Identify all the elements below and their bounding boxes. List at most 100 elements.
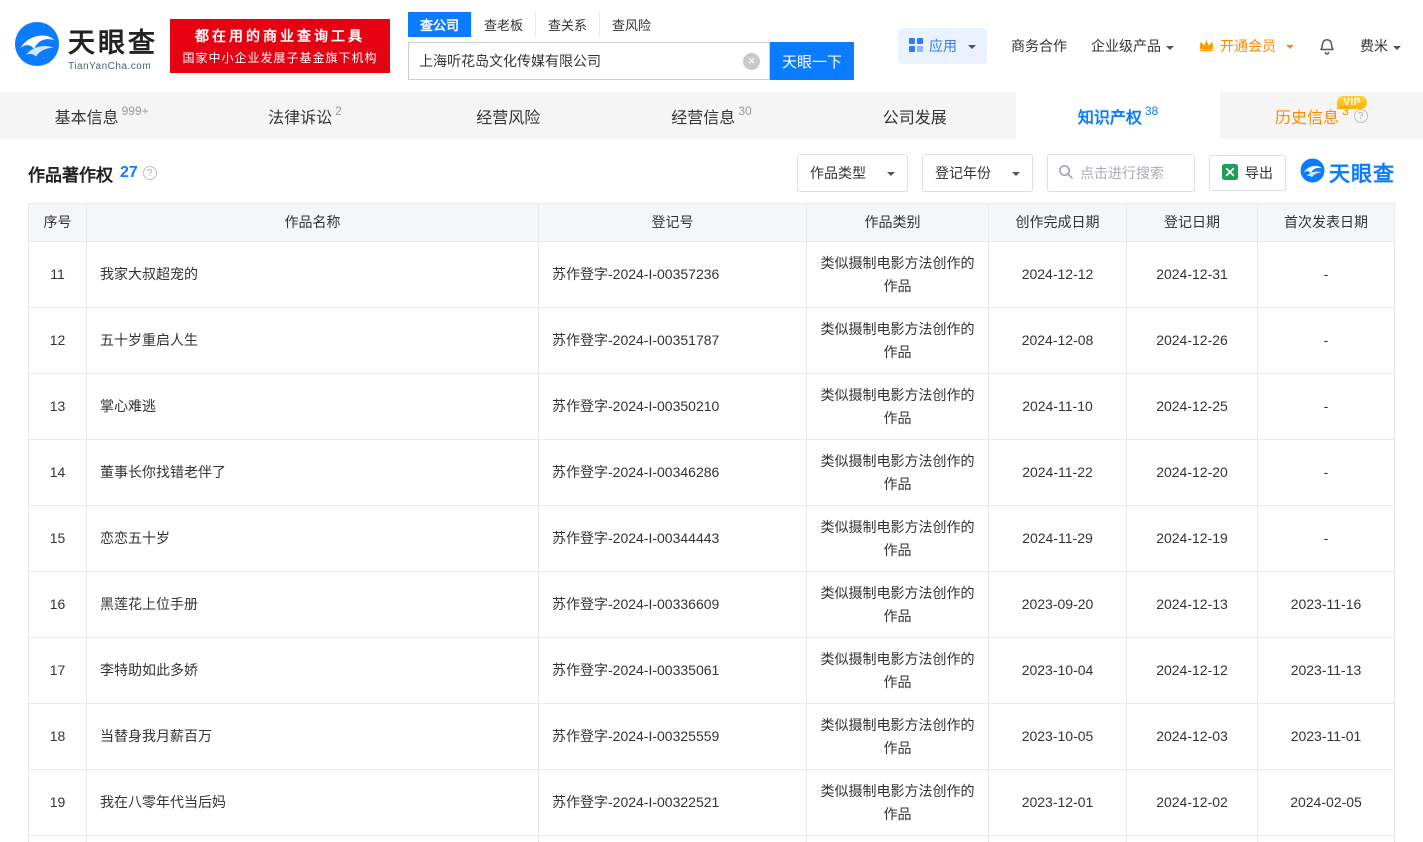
table-cell: 当替身我月薪百万	[87, 704, 539, 770]
tab-basic-info[interactable]: 基本信息 999+	[0, 92, 203, 139]
table-cell: 五十岁重启人生	[87, 308, 539, 374]
table-cell: 11	[29, 242, 87, 308]
table-cell: 黑莲花上位手册	[87, 572, 539, 638]
top-bar: 天眼查 TianYanCha.com 都在用的商业查询工具 国家中小企业发展子基…	[0, 0, 1423, 92]
table-cell: 苏作登字-2024-I-00336609	[539, 572, 807, 638]
table-cell: 2023-11-13	[1258, 638, 1395, 704]
table-cell: 2024-02-05	[1258, 770, 1395, 836]
tab-intellectual-property[interactable]: 知识产权 38	[1016, 92, 1219, 139]
filter-work-type[interactable]: 作品类型	[797, 154, 908, 192]
table-cell: 2023-10-05	[989, 704, 1127, 770]
clear-input-icon[interactable]: ×	[743, 53, 760, 70]
table-cell: 13	[29, 374, 87, 440]
chevron-down-icon	[887, 172, 895, 180]
chevron-down-icon	[1286, 45, 1294, 53]
table-cell: 19	[29, 770, 87, 836]
table-cell: 2024-12-13	[1127, 572, 1258, 638]
tab-history-info[interactable]: VIP 历史信息 3 ?	[1220, 92, 1423, 139]
column-header: 作品类别	[807, 204, 989, 242]
table-cell: 2024-12-03	[1127, 704, 1258, 770]
logo-title: 天眼查	[68, 21, 158, 60]
tab-legal-proceedings[interactable]: 法律诉讼 2	[203, 92, 406, 139]
table-cell: 我在八零年代当后妈	[87, 770, 539, 836]
table-cell: 14	[29, 440, 87, 506]
search-button[interactable]: 天眼一下	[770, 42, 854, 80]
table-cell: 2024-11-10	[989, 374, 1127, 440]
table-cell: 类似摄制电影方法创作的作品	[807, 374, 989, 440]
table-cell: 苏作登字-2024-I-00357236	[539, 242, 807, 308]
logo-subtitle: TianYanCha.com	[68, 61, 158, 72]
search-tabs: 查公司 查老板 查关系 查风险	[408, 12, 854, 37]
table-cell: 苏作登字-2024-I-00335061	[539, 638, 807, 704]
table-search-placeholder: 点击进行搜索	[1080, 163, 1164, 183]
company-search-input[interactable]	[409, 43, 769, 79]
tianyancha-logo-icon	[1300, 158, 1325, 189]
table-row: 19我在八零年代当后妈苏作登字-2024-I-00322521类似摄制电影方法创…	[29, 770, 1395, 836]
tab-operational-risk[interactable]: 经营风险	[407, 92, 610, 139]
enterprise-product-menu[interactable]: 企业级产品	[1091, 36, 1174, 56]
filter-registration-year[interactable]: 登记年份	[922, 154, 1033, 192]
help-icon[interactable]: ?	[1354, 109, 1368, 123]
slogan-line2: 国家中小企业发展子基金旗下机构	[176, 49, 384, 66]
chevron-down-icon	[1166, 46, 1174, 54]
column-header: 序号	[29, 204, 87, 242]
table-cell: 2024-12-26	[1127, 308, 1258, 374]
table-cell: 18	[29, 704, 87, 770]
tab-business-info[interactable]: 经营信息 30	[610, 92, 813, 139]
section-header: 作品著作权 27 ? 作品类型 登记年份 点击进行搜索 导出	[0, 139, 1423, 203]
table-cell: 16	[29, 572, 87, 638]
export-button[interactable]: 导出	[1209, 155, 1286, 191]
table-cell: 掌心难逃	[87, 374, 539, 440]
user-menu[interactable]: 费米	[1360, 36, 1401, 56]
table-cell: 苏作登字-2024-I-00322521	[539, 770, 807, 836]
business-coop-link[interactable]: 商务合作	[1011, 36, 1067, 56]
section-count: 27	[120, 164, 138, 182]
table-cell: 2024-12-31	[1127, 242, 1258, 308]
notification-bell-icon[interactable]	[1318, 37, 1336, 56]
table-row: 17李特助如此多娇苏作登字-2024-I-00335061类似摄制电影方法创作的…	[29, 638, 1395, 704]
table-search-input[interactable]: 点击进行搜索	[1047, 154, 1195, 192]
open-vip-link[interactable]: 开通会员	[1198, 36, 1294, 56]
table-cell: 类似摄制电影方法创作的作品	[807, 242, 989, 308]
table-cell: 2023-11-16	[1258, 572, 1395, 638]
copyright-table: 序号 作品名称 登记号 作品类别 创作完成日期 登记日期 首次发表日期 11我家…	[28, 203, 1395, 842]
table-row: 11我家大叔超宠的苏作登字-2024-I-00357236类似摄制电影方法创作的…	[29, 242, 1395, 308]
table-cell: 2024-12-20	[1127, 440, 1258, 506]
table-cell: 15	[29, 506, 87, 572]
column-header: 创作完成日期	[989, 204, 1127, 242]
tab-company-development[interactable]: 公司发展	[813, 92, 1016, 139]
table-cell: 类似摄制电影方法创作的作品	[807, 638, 989, 704]
table-cell: 类似摄制电影方法创作的作品	[807, 506, 989, 572]
apps-label: 应用	[929, 36, 957, 56]
table-cell: 类似摄制电影方法创作的作品	[807, 704, 989, 770]
table-cell: 2023-10-04	[989, 638, 1127, 704]
table-cell: 2024-12-02	[1127, 770, 1258, 836]
help-icon[interactable]: ?	[143, 166, 157, 180]
table-cell: -	[1258, 242, 1395, 308]
table-row: 12五十岁重启人生苏作登字-2024-I-00351787类似摄制电影方法创作的…	[29, 308, 1395, 374]
search-tab-relation[interactable]: 查关系	[535, 12, 599, 37]
column-header: 登记日期	[1127, 204, 1258, 242]
search-tab-risk[interactable]: 查风险	[599, 12, 663, 37]
crown-icon	[1198, 38, 1215, 55]
table-cell: 李特助如此多娇	[87, 638, 539, 704]
brand-slogan: 都在用的商业查询工具 国家中小企业发展子基金旗下机构	[170, 19, 390, 73]
table-cell: 苏作登字-2024-I-00350210	[539, 374, 807, 440]
apps-menu[interactable]: 应用	[898, 28, 987, 64]
table-cell: 苏作登字-2024-I-00346286	[539, 440, 807, 506]
table-row: 14董事长你找错老伴了苏作登字-2024-I-00346286类似摄制电影方法创…	[29, 440, 1395, 506]
table-cell: 我家大叔超宠的	[87, 242, 539, 308]
table-cell: 2024-12-25	[1127, 374, 1258, 440]
company-nav-tabs: 基本信息 999+ 法律诉讼 2 经营风险 经营信息 30 公司发展 知识产权 …	[0, 92, 1423, 139]
search-tab-company[interactable]: 查公司	[408, 12, 471, 37]
table-cell: 2024-12-12	[989, 242, 1127, 308]
table-cell: 类似摄制电影方法创作的作品	[807, 770, 989, 836]
table-cell: 2024-12-12	[1127, 638, 1258, 704]
tianyancha-logo[interactable]: 天眼查 TianYanCha.com	[14, 21, 158, 72]
table-cell: 2023-11-01	[1258, 704, 1395, 770]
search-tab-boss[interactable]: 查老板	[471, 12, 535, 37]
table-cell: 苏作登字-2024-I-00344443	[539, 506, 807, 572]
table-cell: -	[1258, 308, 1395, 374]
table-cell: 类似摄制电影方法创作的作品	[807, 572, 989, 638]
table-row: 13掌心难逃苏作登字-2024-I-00350210类似摄制电影方法创作的作品2…	[29, 374, 1395, 440]
